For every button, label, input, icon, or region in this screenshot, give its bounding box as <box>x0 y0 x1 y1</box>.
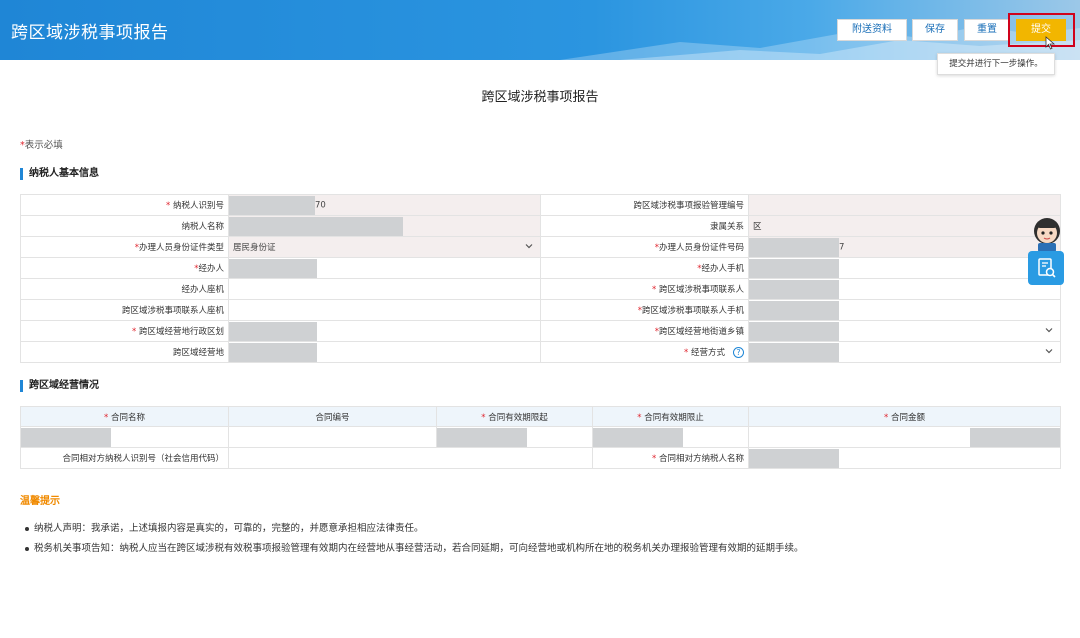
taxpayer-id-label: * 纳税人识别号 <box>20 194 229 216</box>
chevron-down-icon <box>525 244 533 249</box>
region-select[interactable] <box>228 320 541 342</box>
redacted-block <box>229 342 317 362</box>
redacted-block <box>749 258 839 278</box>
taxpayer-id-field[interactable]: 70 <box>228 194 541 216</box>
basic-info-form: * 纳税人识别号 70 跨区域涉税事项报验管理编号 纳税人名称 隶属关系 区 *… <box>20 194 1061 363</box>
section-title-business: 跨区域经营情况 <box>20 380 99 392</box>
contact-phone-label: 跨区域涉税事项联系人座机 <box>20 299 229 321</box>
attach-documents-button[interactable]: 附送资料 <box>837 19 907 41</box>
required-note-text: 表示必填 <box>24 140 63 151</box>
submit-tooltip: 提交并进行下一步操作。 <box>937 53 1055 75</box>
bullet-icon <box>25 546 29 551</box>
id-no-field[interactable]: 7 <box>748 236 1061 258</box>
chevron-down-icon <box>1045 328 1053 333</box>
counterparty-name-field[interactable] <box>748 447 1061 469</box>
form-row: 跨区域涉税事项联系人座机 *跨区域涉税事项联系人手机 <box>20 299 1061 321</box>
mode-label: * 经营方式? <box>540 341 749 363</box>
redacted-block <box>229 195 315 215</box>
contract-no-field[interactable] <box>228 426 437 448</box>
mouse-cursor-icon <box>1045 36 1056 50</box>
affiliation-label: 隶属关系 <box>540 215 749 237</box>
redacted-block <box>437 427 527 447</box>
form-row: 纳税人名称 隶属关系 区 <box>20 215 1061 237</box>
form-row: 经办人座机 * 跨区域涉税事项联系人 <box>20 278 1061 300</box>
counterparty-id-field[interactable] <box>228 447 593 469</box>
redacted-block <box>749 237 839 257</box>
contact-mobile-field[interactable] <box>748 299 1061 321</box>
id-type-select[interactable]: 居民身份证 <box>228 236 541 258</box>
bullet-icon <box>25 526 29 531</box>
business-table: * 合同名称 合同编号 * 合同有效期限起 * 合同有效期限止 * 合同金额 合… <box>20 406 1061 469</box>
section-title-basic-info: 纳税人基本信息 <box>20 168 99 180</box>
mode-select[interactable] <box>748 341 1061 363</box>
taxpayer-name-field[interactable] <box>228 215 541 237</box>
redacted-block <box>229 258 317 278</box>
table-row: 合同相对方纳税人识别号（社会信用代码） * 合同相对方纳税人名称 <box>20 447 1061 469</box>
required-note: *表示必填 <box>20 137 63 151</box>
chevron-down-icon <box>1045 349 1053 354</box>
redacted-block <box>749 448 839 468</box>
assistant-avatar-icon[interactable] <box>1028 214 1066 252</box>
counterparty-name-label: * 合同相对方纳税人名称 <box>592 447 749 469</box>
submit-highlight-frame <box>1008 13 1075 47</box>
redacted-block <box>749 279 839 299</box>
save-button[interactable]: 保存 <box>912 19 958 41</box>
contact-field[interactable] <box>748 278 1061 300</box>
table-row <box>20 426 1061 448</box>
column-header: * 合同有效期限起 <box>436 406 593 427</box>
redacted-block <box>749 321 839 341</box>
address-label: 跨区域经营地 <box>20 341 229 363</box>
search-document-icon <box>1038 258 1056 278</box>
form-row: *办理人员身份证件类型 居民身份证 *办理人员身份证件号码 7 <box>20 236 1061 258</box>
form-row: 跨区域经营地 * 经营方式? <box>20 341 1061 363</box>
handler-phone-label: 经办人座机 <box>20 278 229 300</box>
column-header: 合同编号 <box>228 406 437 427</box>
table-header-row: * 合同名称 合同编号 * 合同有效期限起 * 合同有效期限止 * 合同金额 <box>20 406 1061 427</box>
contact-phone-field[interactable] <box>228 299 541 321</box>
form-row: * 纳税人识别号 70 跨区域涉税事项报验管理编号 <box>20 194 1061 216</box>
counterparty-id-label: 合同相对方纳税人识别号（社会信用代码） <box>20 447 229 469</box>
contact-label: * 跨区域涉税事项联系人 <box>540 278 749 300</box>
contract-start-field[interactable] <box>436 426 593 448</box>
column-header: * 合同金额 <box>748 406 1061 427</box>
search-document-button[interactable] <box>1028 251 1064 285</box>
street-label: *跨区域经营地街道乡镇 <box>540 320 749 342</box>
affiliation-field[interactable]: 区 <box>748 215 1061 237</box>
id-type-label: *办理人员身份证件类型 <box>20 236 229 258</box>
contact-mobile-label: *跨区域涉税事项联系人手机 <box>540 299 749 321</box>
column-header: * 合同有效期限止 <box>592 406 749 427</box>
region-label: * 跨区域经营地行政区划 <box>20 320 229 342</box>
street-select[interactable] <box>748 320 1061 342</box>
reset-button[interactable]: 重置 <box>964 19 1010 41</box>
handler-phone-field[interactable] <box>228 278 541 300</box>
tip-item: 纳税人声明：我承诺，上述填报内容是真实的，可靠的，完整的，并愿意承担相应法律责任… <box>25 520 424 534</box>
redacted-block <box>749 300 839 320</box>
contract-amount-field[interactable] <box>748 426 1061 448</box>
mgmt-no-label: 跨区域涉税事项报验管理编号 <box>540 194 749 216</box>
app-title: 跨区域涉税事项报告 <box>11 23 169 43</box>
address-field[interactable] <box>228 341 541 363</box>
taxpayer-name-label: 纳税人名称 <box>20 215 229 237</box>
redacted-block <box>593 427 683 447</box>
contract-name-field[interactable] <box>20 426 229 448</box>
id-no-label: *办理人员身份证件号码 <box>540 236 749 258</box>
redacted-block <box>21 427 111 447</box>
contract-end-field[interactable] <box>592 426 749 448</box>
tips-title: 温馨提示 <box>20 496 60 507</box>
tip-item: 税务机关事项告知：纳税人应当在跨区域涉税有效税事项报验管理有效期内在经营地从事经… <box>25 540 804 554</box>
help-question-icon[interactable]: ? <box>733 347 744 358</box>
redacted-block <box>229 321 317 341</box>
mgmt-no-field[interactable] <box>748 194 1061 216</box>
handler-field[interactable] <box>228 257 541 279</box>
column-header: * 合同名称 <box>20 406 229 427</box>
redacted-block <box>229 216 403 236</box>
redacted-block <box>970 427 1060 447</box>
handler-mobile-label: *经办人手机 <box>540 257 749 279</box>
redacted-block <box>749 342 839 362</box>
form-row: * 跨区域经营地行政区划 *跨区域经营地街道乡镇 <box>20 320 1061 342</box>
form-row: *经办人 *经办人手机 <box>20 257 1061 279</box>
page-title: 跨区域涉税事项报告 <box>481 90 599 105</box>
handler-mobile-field[interactable] <box>748 257 1061 279</box>
handler-label: *经办人 <box>20 257 229 279</box>
